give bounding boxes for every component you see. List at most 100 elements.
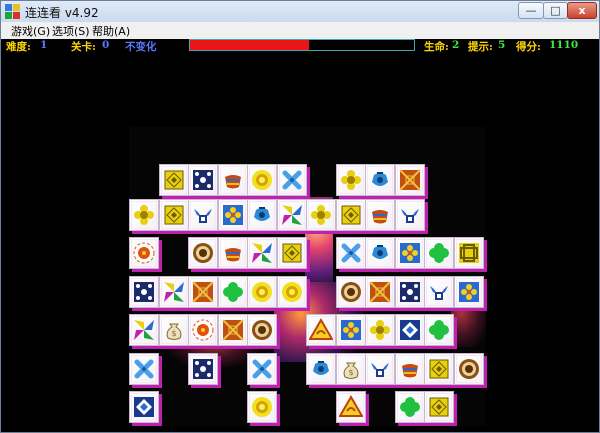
box-icon: [369, 280, 391, 303]
flower-tile[interactable]: [306, 198, 336, 231]
sun-tile[interactable]: [247, 275, 277, 308]
ring-tile[interactable]: [247, 314, 277, 346]
pot-tile[interactable]: [365, 237, 395, 269]
pinwheel-tile[interactable]: [247, 237, 277, 269]
status-bar: 难度: 1 关卡: 0 不变化 生命: 2 提示: 5 得分: 1110: [1, 39, 599, 53]
diamond-icon: [429, 359, 449, 378]
clover-tile[interactable]: [217, 275, 248, 308]
pinwheel-icon: [252, 243, 272, 263]
blue-flower-tile[interactable]: [335, 314, 366, 346]
knot-tile[interactable]: [453, 237, 484, 269]
ring-tile[interactable]: [335, 275, 366, 308]
box-tile[interactable]: [394, 164, 425, 196]
winged-tile[interactable]: [188, 198, 218, 231]
clover-icon: [429, 320, 449, 340]
flower-tile[interactable]: [129, 198, 159, 231]
frame-tile[interactable]: [394, 314, 425, 346]
winged-icon: [430, 285, 448, 300]
pot-tile[interactable]: [365, 164, 395, 196]
level-value: 0: [102, 39, 110, 51]
cross-tile[interactable]: [276, 164, 307, 196]
menu-options[interactable]: 选项(S): [52, 23, 90, 39]
cross-tile[interactable]: [247, 352, 277, 385]
time-bar-fill: [190, 40, 309, 50]
pinwheel-tile[interactable]: [129, 314, 159, 346]
level-label: 关卡:: [71, 41, 96, 53]
winged-tile[interactable]: [424, 275, 454, 308]
maximize-button[interactable]: □: [543, 2, 568, 19]
flower-tile[interactable]: [365, 314, 395, 346]
frame-icon: [134, 397, 154, 417]
pinwheel-tile[interactable]: [276, 198, 307, 231]
cross-tile[interactable]: [335, 237, 366, 269]
pot-tile[interactable]: [306, 352, 336, 385]
pot-tile[interactable]: [247, 198, 277, 231]
box-tile[interactable]: [217, 314, 248, 346]
menu-help[interactable]: 帮助(A): [92, 23, 130, 39]
diamond-tile[interactable]: [276, 237, 307, 269]
score-value: 1110: [549, 39, 579, 51]
sun-tile[interactable]: [247, 391, 277, 423]
clover-tile[interactable]: [424, 237, 454, 269]
diamond-icon: [282, 243, 301, 263]
frame-tile[interactable]: [129, 391, 159, 423]
flower-icon: [370, 320, 390, 340]
diamond-tile[interactable]: [335, 198, 366, 231]
pinwheel-tile[interactable]: [158, 275, 189, 308]
pot-icon: [372, 172, 388, 186]
diamond-tile[interactable]: [158, 198, 189, 231]
menu-game[interactable]: 游戏(G): [11, 23, 50, 39]
flower-icon: [340, 170, 361, 190]
ring-tile[interactable]: [453, 352, 484, 385]
close-button[interactable]: x: [567, 2, 597, 19]
clover-tile[interactable]: [394, 391, 425, 423]
ring-tile[interactable]: [188, 237, 218, 269]
bowl-tile[interactable]: [217, 164, 248, 196]
lives-label: 生命:: [424, 41, 449, 53]
diamond-tile[interactable]: [158, 164, 189, 196]
navy-dots-tile[interactable]: [188, 352, 218, 385]
box-tile[interactable]: [188, 275, 218, 308]
blue-flower-tile[interactable]: [394, 237, 425, 269]
game-board[interactable]: $ $: [129, 127, 486, 426]
minimize-button[interactable]: —: [518, 2, 544, 19]
bowl-tile[interactable]: [394, 352, 425, 385]
navy-dots-tile[interactable]: [188, 164, 218, 196]
knot-icon: [458, 243, 479, 263]
winged-icon: [371, 362, 389, 377]
bowl-tile[interactable]: [365, 198, 395, 231]
blue-flower-tile[interactable]: [453, 275, 484, 308]
clover-icon: [429, 243, 449, 263]
flower-tile[interactable]: [335, 164, 366, 196]
cross-tile[interactable]: [129, 352, 159, 385]
clover-tile[interactable]: [424, 314, 454, 346]
bowl-tile[interactable]: [217, 237, 248, 269]
navy-dots-tile[interactable]: [129, 275, 159, 308]
cross-icon: [134, 359, 154, 378]
navy-dots-tile[interactable]: [394, 275, 425, 308]
money-bag-tile[interactable]: $: [335, 352, 366, 385]
game-area[interactable]: 难度: 1 关卡: 0 不变化 生命: 2 提示: 5 得分: 1110 $ $: [1, 39, 599, 432]
medallion-tile[interactable]: [188, 314, 218, 346]
medallion-tile[interactable]: [129, 237, 159, 269]
diamond-tile[interactable]: [424, 352, 454, 385]
medallion-icon: [133, 242, 155, 264]
money-bag-icon: $: [343, 362, 358, 379]
diamond-tile[interactable]: [424, 391, 454, 423]
difficulty-value: 1: [40, 39, 48, 51]
winged-tile[interactable]: [394, 198, 425, 231]
winged-tile[interactable]: [365, 352, 395, 385]
blue-flower-tile[interactable]: [217, 198, 248, 231]
money-bag-tile[interactable]: $: [158, 314, 189, 346]
flower-icon: [134, 204, 154, 225]
box-icon: [398, 169, 421, 191]
box-tile[interactable]: [365, 275, 395, 308]
warning-tile[interactable]: [335, 391, 366, 423]
pot-icon: [254, 206, 270, 221]
sun-icon: [252, 281, 272, 302]
title-bar[interactable]: 连连看 v4.92 — □ x: [1, 1, 599, 22]
sun-tile[interactable]: [247, 164, 277, 196]
sun-tile[interactable]: [276, 275, 307, 308]
warning-tile[interactable]: [306, 314, 336, 346]
time-bar: [189, 39, 415, 51]
